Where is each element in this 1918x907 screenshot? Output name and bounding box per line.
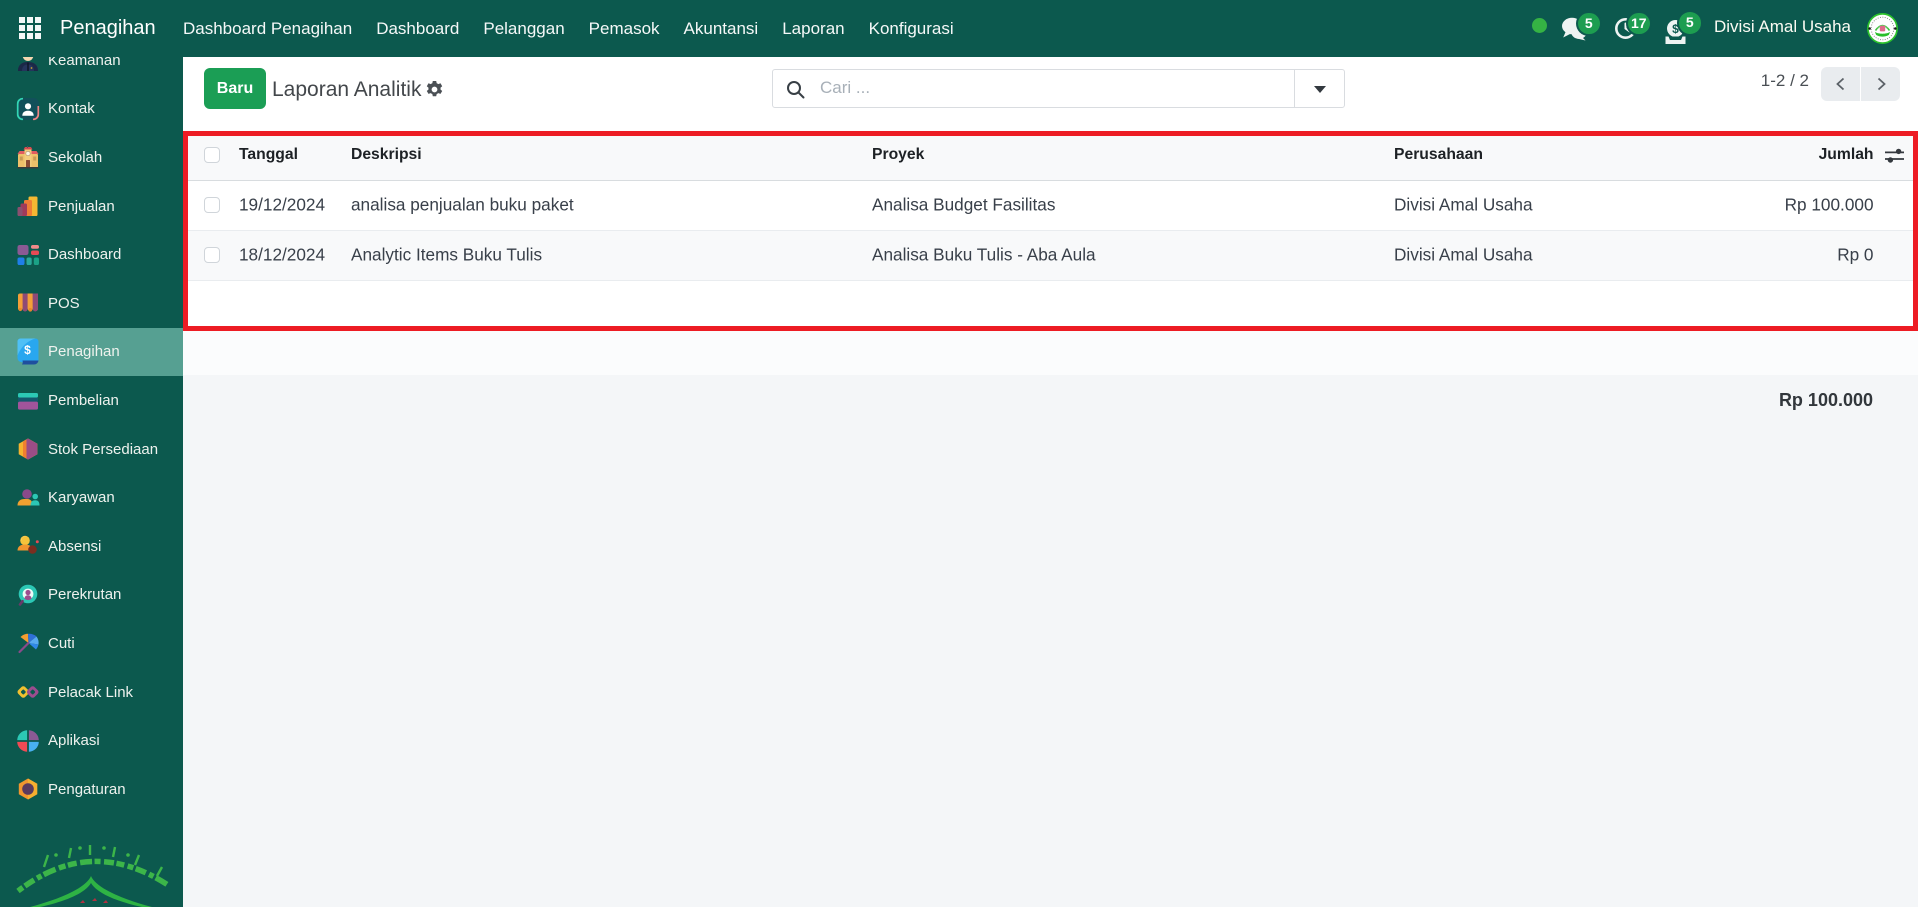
svg-text:$: $ [24, 343, 31, 357]
